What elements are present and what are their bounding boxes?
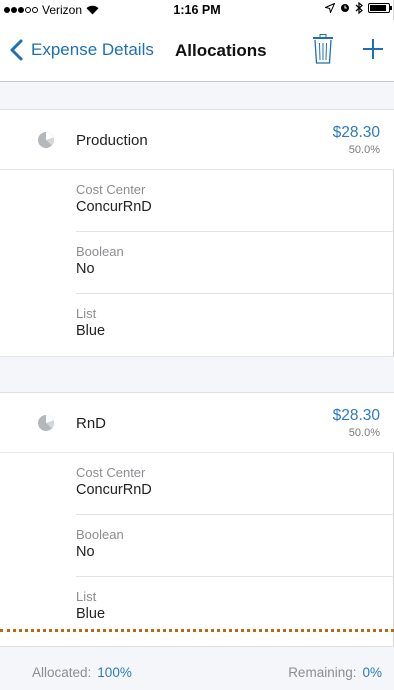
back-chevron-icon: [10, 39, 23, 61]
allocation-percent: 50.0%: [348, 427, 380, 439]
field-value: No: [76, 261, 95, 277]
allocation-name: Production: [76, 132, 148, 149]
allocation-row-production[interactable]: Production $28.30 50.0%: [0, 110, 394, 170]
allocated-value: 100%: [97, 665, 132, 680]
allocation-amount: $28.30: [332, 407, 380, 424]
field-label: Cost Center: [76, 465, 146, 480]
section-separator: [0, 82, 394, 110]
location-arrow-icon: [325, 3, 335, 13]
status-right: [325, 2, 392, 14]
field-cost-center[interactable]: Cost Center ConcurRnD: [76, 170, 394, 232]
field-value: No: [76, 544, 95, 560]
field-value: ConcurRnD: [76, 199, 152, 215]
page-title: Allocations: [175, 41, 267, 60]
allocation-name: RnD: [76, 415, 107, 432]
trash-icon[interactable]: [312, 34, 334, 64]
pie-chart-icon: [38, 415, 54, 431]
remaining-value: 0%: [362, 665, 382, 680]
allocation-percent: 50.0%: [348, 144, 380, 156]
pie-chart-icon: [38, 132, 54, 148]
field-label: Boolean: [76, 527, 124, 542]
field-value: ConcurRnD: [76, 482, 152, 498]
status-bar: Verizon 1:16 PM: [0, 0, 394, 20]
back-button[interactable]: Expense Details: [6, 38, 154, 62]
section-separator: [0, 357, 394, 393]
plus-icon[interactable]: [360, 36, 386, 62]
field-boolean[interactable]: Boolean No: [76, 232, 394, 294]
field-label: List: [76, 589, 97, 604]
bluetooth-icon: [355, 2, 363, 14]
remaining-label: Remaining:: [288, 665, 357, 680]
field-value: Blue: [76, 606, 106, 622]
field-boolean[interactable]: Boolean No: [76, 515, 394, 577]
allocation-row-rnd[interactable]: RnD $28.30 50.0%: [0, 393, 394, 453]
nav-bar: Expense Details Allocations: [0, 20, 394, 82]
allocated-summary: Allocated: 100%: [32, 665, 132, 680]
field-label: Cost Center: [76, 182, 146, 197]
field-value: Blue: [76, 323, 106, 339]
app-screen: Verizon 1:16 PM Expense Details Allocati…: [0, 0, 394, 690]
alarm-icon: [341, 4, 349, 12]
field-cost-center[interactable]: Cost Center ConcurRnD: [76, 453, 394, 515]
field-label: Boolean: [76, 244, 124, 259]
allocated-label: Allocated:: [32, 665, 92, 680]
field-label: List: [76, 306, 97, 321]
back-button-label: Expense Details: [31, 40, 154, 59]
dotted-divider: [0, 629, 394, 632]
allocation-summary-bar: Allocated: 100% Remaining: 0%: [0, 646, 394, 690]
battery-icon: [368, 3, 392, 13]
field-list[interactable]: List Blue: [76, 577, 394, 624]
field-list[interactable]: List Blue: [76, 294, 394, 356]
allocations-list[interactable]: Production $28.30 50.0% Cost Center Conc…: [0, 82, 394, 624]
remaining-summary: Remaining: 0%: [288, 665, 382, 680]
allocation-amount: $28.30: [332, 124, 380, 141]
